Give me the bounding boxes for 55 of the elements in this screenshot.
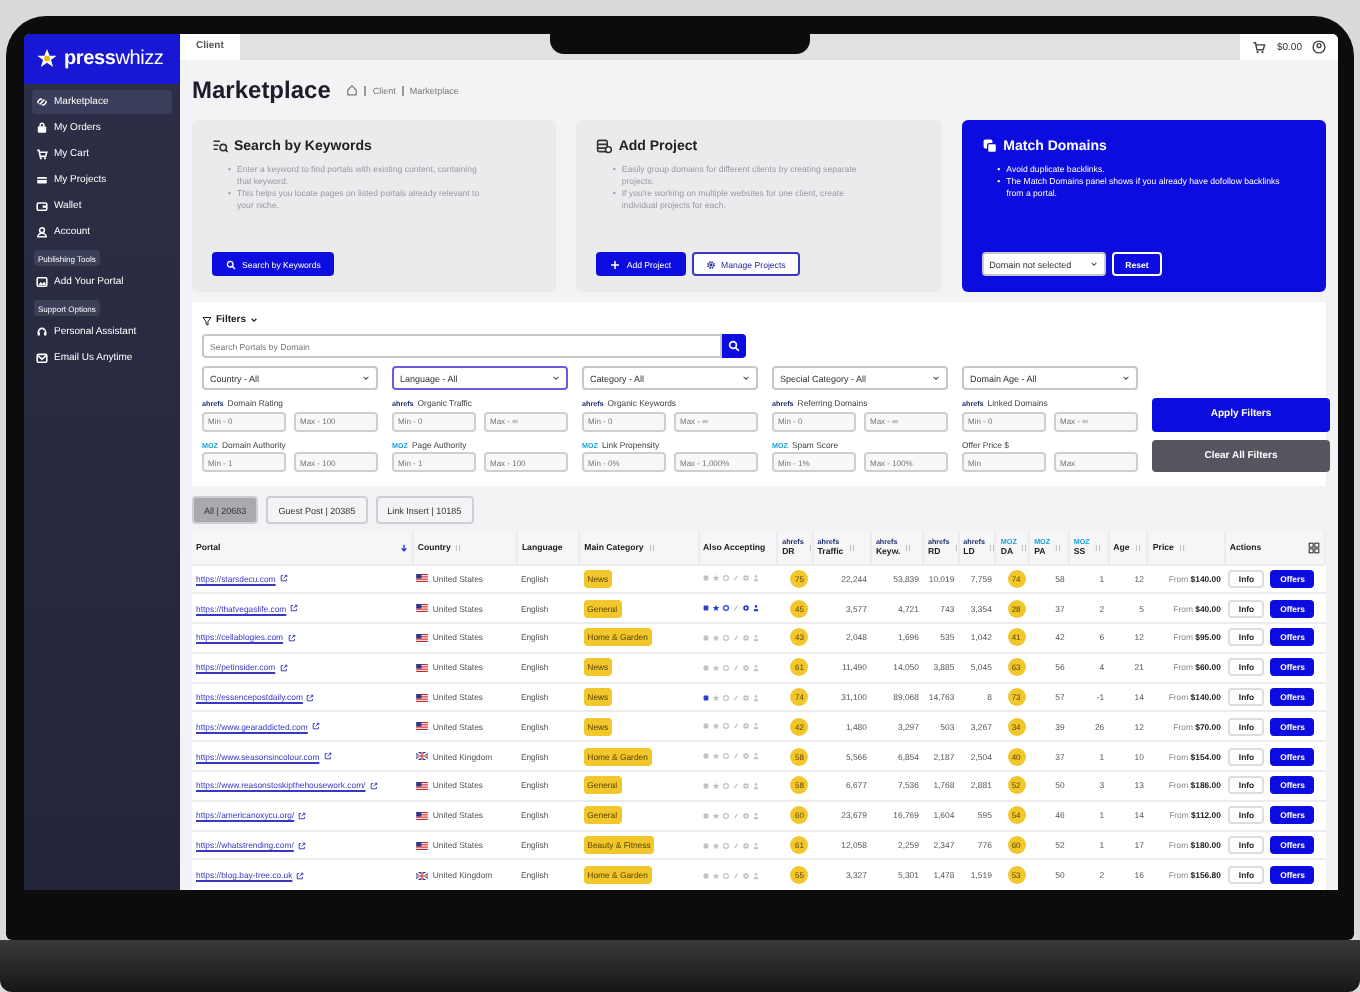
cart-icon[interactable] [1252, 40, 1267, 54]
us-flag-icon [416, 663, 429, 672]
bag-icon [36, 122, 48, 134]
image-icon [36, 276, 48, 288]
caret-icon [1089, 260, 1098, 268]
home-icon[interactable] [346, 84, 359, 96]
us-flag-icon [416, 841, 429, 850]
link-icon [36, 96, 48, 108]
external-link-icon[interactable] [279, 574, 288, 583]
card-icon [36, 174, 48, 186]
caret-icon [362, 374, 370, 382]
external-link-icon[interactable] [279, 663, 288, 672]
external-link-icon[interactable] [297, 841, 306, 850]
copy-icon [981, 138, 998, 154]
star-logo-icon [36, 48, 58, 70]
plus-icon [610, 259, 621, 269]
uk-flag-icon [416, 752, 429, 761]
external-link-icon[interactable] [290, 604, 299, 613]
caret-icon [1122, 374, 1130, 382]
headset-icon [36, 326, 48, 338]
sort-arrow-icon[interactable] [399, 543, 408, 552]
us-flag-icon [416, 722, 429, 731]
caret-icon [932, 374, 940, 382]
uk-flag-icon [416, 871, 429, 880]
us-flag-icon [416, 604, 429, 613]
search-icon [728, 340, 740, 352]
user-icon [36, 226, 48, 238]
logo-text: presswhizz [64, 48, 164, 70]
us-flag-icon [416, 693, 429, 702]
us-flag-icon [416, 811, 429, 820]
caret-icon [552, 374, 560, 382]
grid-icon[interactable] [1308, 541, 1320, 554]
cart-icon [36, 148, 48, 160]
external-link-icon[interactable] [296, 871, 305, 880]
us-flag-icon [416, 574, 429, 583]
us-flag-icon [416, 781, 429, 790]
funnel-icon [202, 315, 212, 325]
mail-icon [36, 352, 48, 364]
database-icon [596, 138, 613, 154]
page-title: Marketplace [192, 76, 331, 104]
external-link-icon[interactable] [287, 633, 296, 642]
external-link-icon[interactable] [369, 781, 378, 790]
user-icon[interactable] [1312, 40, 1326, 54]
chevron-icon[interactable] [250, 316, 259, 324]
external-link-icon[interactable] [323, 752, 332, 761]
us-flag-icon [416, 633, 429, 642]
search-button[interactable] [722, 334, 746, 358]
list-search-icon [212, 138, 228, 154]
external-link-icon[interactable] [311, 722, 320, 731]
caret-icon [742, 374, 750, 382]
search-icon [226, 259, 236, 269]
external-link-icon[interactable] [306, 693, 315, 702]
gear-icon [705, 259, 716, 269]
external-link-icon[interactable] [298, 811, 307, 820]
wallet-icon [36, 200, 48, 212]
